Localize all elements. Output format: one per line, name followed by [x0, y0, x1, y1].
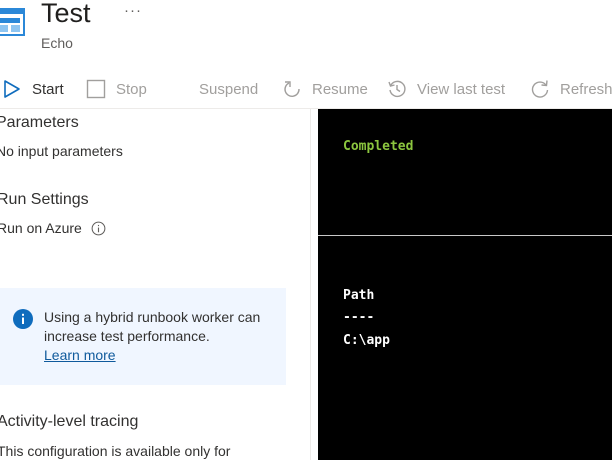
stop-icon	[86, 79, 106, 99]
play-icon	[4, 80, 20, 98]
info-message: Using a hybrid runbook worker can increa…	[44, 309, 261, 344]
view-last-test-button[interactable]: View last test	[387, 78, 505, 100]
suspend-button[interactable]: Suspend	[199, 78, 258, 100]
tracing-text: This configuration is available only for	[0, 443, 231, 459]
view-last-test-label: View last test	[417, 80, 506, 98]
start-button[interactable]: Start	[2, 78, 64, 100]
refresh-icon	[531, 80, 549, 98]
info-message-text: Using a hybrid runbook worker can increa…	[44, 308, 274, 365]
info-message-bar: Using a hybrid runbook worker can increa…	[0, 288, 286, 385]
info-icon	[13, 309, 33, 329]
more-options-button[interactable]: ···	[124, 2, 142, 19]
start-label: Start	[32, 80, 64, 98]
stop-button[interactable]: Stop	[86, 78, 147, 100]
run-settings-row: Run on Azure	[0, 220, 106, 236]
info-icon[interactable]	[91, 221, 106, 236]
resume-button[interactable]: Resume	[282, 78, 368, 100]
page-subtitle: Echo	[41, 35, 73, 51]
run-settings-value: Run on Azure	[0, 220, 82, 236]
parameters-heading: Parameters	[0, 114, 79, 131]
resume-label: Resume	[312, 80, 368, 98]
resume-icon	[284, 81, 300, 97]
tracing-heading: Activity-level tracing	[0, 413, 139, 430]
test-output-console: Completed Path ---- C:\app	[318, 109, 612, 460]
pane-divider	[310, 109, 311, 460]
suspend-label: Suspend	[199, 80, 259, 98]
page-title: Test	[41, 0, 91, 28]
runbook-test-icon	[0, 8, 25, 36]
output-line: C:\app	[343, 333, 390, 348]
run-settings-heading: Run Settings	[0, 191, 89, 208]
refresh-button[interactable]: Refresh	[530, 78, 612, 100]
stop-label: Stop	[116, 80, 147, 98]
console-separator	[318, 235, 612, 236]
parameters-value: No input parameters	[0, 143, 123, 159]
learn-more-link[interactable]: Learn more	[44, 347, 116, 363]
status-text: Completed	[343, 139, 414, 154]
output-line: Path	[343, 288, 375, 303]
refresh-label: Refresh	[560, 80, 612, 98]
output-line: ----	[343, 310, 375, 325]
history-icon	[388, 80, 406, 98]
